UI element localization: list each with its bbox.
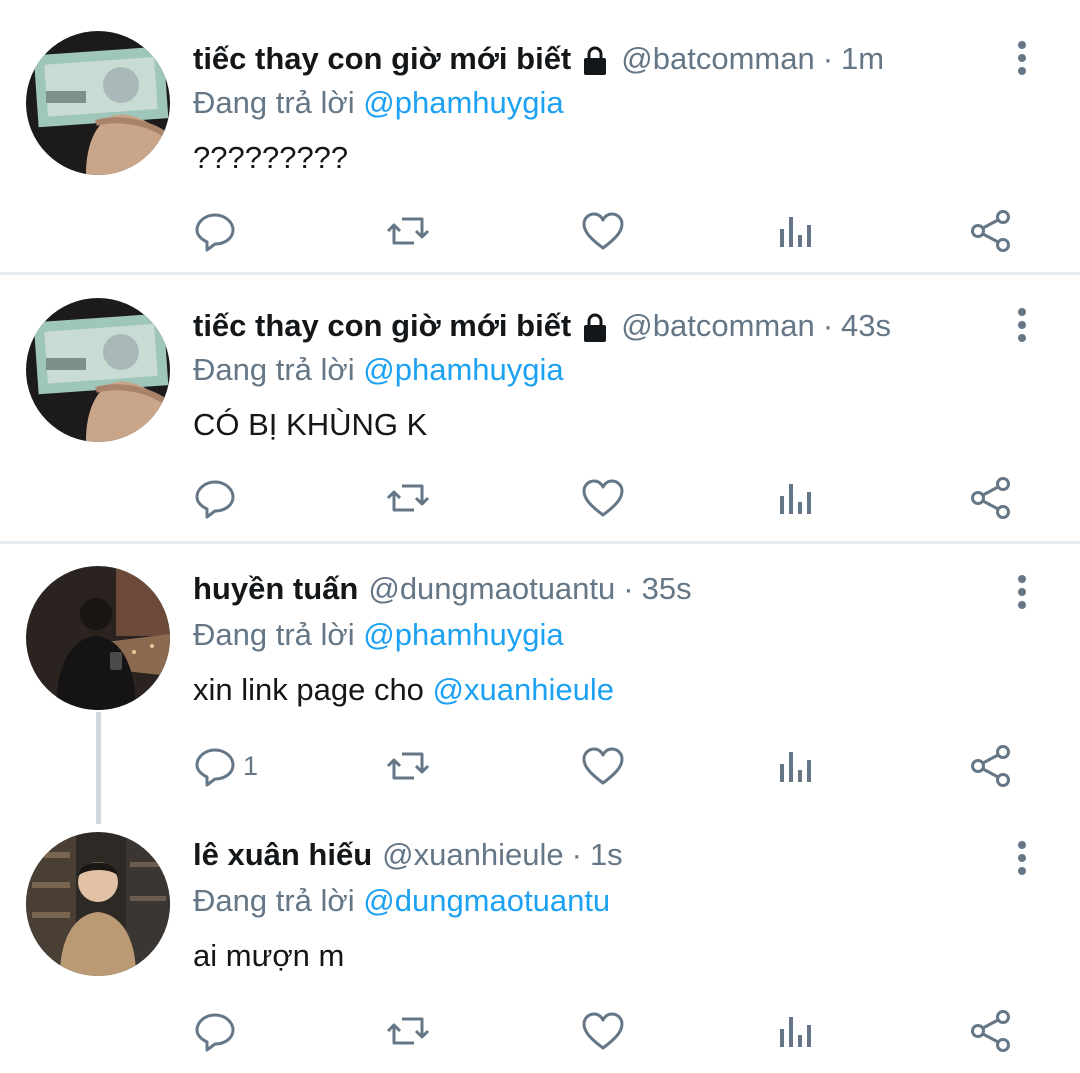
analytics-icon: [780, 1017, 811, 1047]
lock-icon: [579, 313, 611, 343]
reply-to-mention[interactable]: @phamhuygia: [363, 617, 563, 652]
reply-prefix: Đang trả lời: [193, 883, 355, 918]
avatar[interactable]: [26, 31, 170, 175]
display-name[interactable]: tiếc thay con giờ mới biết: [193, 308, 571, 344]
analytics-button[interactable]: [775, 206, 819, 256]
reply-prefix: Đang trả lời: [193, 352, 355, 387]
reply-icon: [195, 748, 235, 787]
reply-prefix: Đang trả lời: [193, 617, 355, 652]
reply-icon: [195, 1013, 235, 1052]
separator-dot: ·: [623, 571, 634, 606]
analytics-button[interactable]: [775, 741, 819, 791]
user-handle[interactable]: @batcomman: [621, 308, 814, 344]
reply-button[interactable]: [193, 473, 243, 523]
reply-count: 1: [243, 750, 259, 781]
like-icon: [582, 1012, 624, 1050]
retweet-icon: [386, 484, 430, 512]
avatar[interactable]: [26, 566, 170, 710]
retweet-button[interactable]: [386, 1006, 430, 1056]
separator-dot: ·: [822, 308, 834, 343]
share-button[interactable]: [969, 206, 1013, 256]
separator-dot: ·: [822, 41, 834, 76]
analytics-button[interactable]: [775, 1006, 819, 1056]
analytics-button[interactable]: [775, 473, 819, 523]
tweet[interactable]: tiếc thay con giờ mới biết @batcomman · …: [0, 0, 1080, 272]
retweet-icon: [386, 217, 430, 245]
tweet-text: ai mượn m: [193, 938, 345, 973]
more-options-icon[interactable]: [1010, 574, 1034, 614]
share-icon: [971, 477, 1010, 519]
tweet[interactable]: huyền tuấn @dungmaotuantu · 35s Đang trả…: [0, 544, 1080, 810]
share-button[interactable]: [969, 741, 1013, 791]
retweet-button[interactable]: [386, 741, 430, 791]
more-options-icon[interactable]: [1010, 307, 1034, 347]
tweet-text-body: xin link page cho: [193, 672, 433, 707]
tweet-actions: [0, 1006, 1080, 1056]
like-button[interactable]: [581, 1006, 625, 1056]
like-icon: [582, 479, 624, 517]
like-button[interactable]: [581, 473, 625, 523]
reply-context: Đang trả lời @phamhuygia: [193, 352, 564, 388]
like-icon: [582, 212, 624, 250]
share-icon: [971, 1010, 1010, 1052]
share-icon: [971, 745, 1010, 787]
reply-context: Đang trả lời @dungmaotuantu: [193, 883, 610, 919]
tweet-actions: [0, 473, 1080, 523]
analytics-icon: [780, 752, 811, 782]
tweet-text: ?????????: [193, 140, 349, 175]
timestamp[interactable]: 35s: [642, 571, 692, 607]
share-button[interactable]: [969, 1006, 1013, 1056]
reply-context: Đang trả lời @phamhuygia: [193, 617, 564, 653]
reply-button[interactable]: [193, 1006, 243, 1056]
more-options-icon[interactable]: [1010, 40, 1034, 80]
text-mention[interactable]: @xuanhieule: [433, 672, 614, 707]
retweet-icon: [386, 1017, 430, 1045]
retweet-button[interactable]: [386, 473, 430, 523]
tweet-text: xin link page cho @xuanhieule: [193, 672, 614, 708]
like-button[interactable]: [581, 741, 625, 791]
separator-dot: ·: [571, 837, 582, 872]
retweet-icon: [386, 752, 430, 780]
user-handle[interactable]: @dungmaotuantu: [368, 571, 615, 607]
display-name[interactable]: lê xuân hiếu: [193, 837, 372, 873]
like-button[interactable]: [581, 206, 625, 256]
timestamp[interactable]: 43s: [841, 308, 891, 344]
display-name[interactable]: huyền tuấn: [193, 571, 358, 607]
tweet-actions: 1: [0, 741, 1080, 791]
share-icon: [971, 210, 1010, 252]
user-handle[interactable]: @xuanhieule: [382, 837, 563, 873]
tweet[interactable]: tiếc thay con giờ mới biết @batcomman · …: [0, 275, 1080, 541]
display-name[interactable]: tiếc thay con giờ mới biết: [193, 41, 571, 77]
reply-icon: [195, 213, 235, 252]
tweet-header: lê xuân hiếu @xuanhieule · 1s: [193, 837, 623, 877]
reply-button[interactable]: [193, 206, 243, 256]
timestamp[interactable]: 1s: [590, 837, 623, 873]
share-button[interactable]: [969, 473, 1013, 523]
tweet-actions: [0, 206, 1080, 256]
reply-button[interactable]: 1: [193, 741, 258, 791]
avatar[interactable]: [26, 298, 170, 442]
more-options-icon[interactable]: [1010, 840, 1034, 880]
reply-prefix: Đang trả lời: [193, 85, 355, 120]
reply-to-mention[interactable]: @dungmaotuantu: [363, 883, 610, 918]
avatar[interactable]: [26, 832, 170, 976]
tweet-header: huyền tuấn @dungmaotuantu · 35s: [193, 571, 692, 611]
reply-to-mention[interactable]: @phamhuygia: [363, 85, 563, 120]
lock-icon: [579, 46, 611, 76]
tweet-text: CÓ BỊ KHÙNG K: [193, 407, 428, 442]
like-icon: [582, 747, 624, 785]
reply-to-mention[interactable]: @phamhuygia: [363, 352, 563, 387]
reply-icon: [195, 480, 235, 519]
tweet-header: tiếc thay con giờ mới biết @batcomman · …: [193, 41, 884, 81]
tweet-header: tiếc thay con giờ mới biết @batcomman · …: [193, 308, 891, 348]
tweet[interactable]: lê xuân hiếu @xuanhieule · 1s Đang trả l…: [0, 810, 1080, 1073]
timestamp[interactable]: 1m: [841, 41, 884, 77]
analytics-icon: [780, 217, 811, 247]
user-handle[interactable]: @batcomman: [621, 41, 814, 77]
reply-context: Đang trả lời @phamhuygia: [193, 85, 564, 121]
retweet-button[interactable]: [386, 206, 430, 256]
analytics-icon: [780, 484, 811, 514]
